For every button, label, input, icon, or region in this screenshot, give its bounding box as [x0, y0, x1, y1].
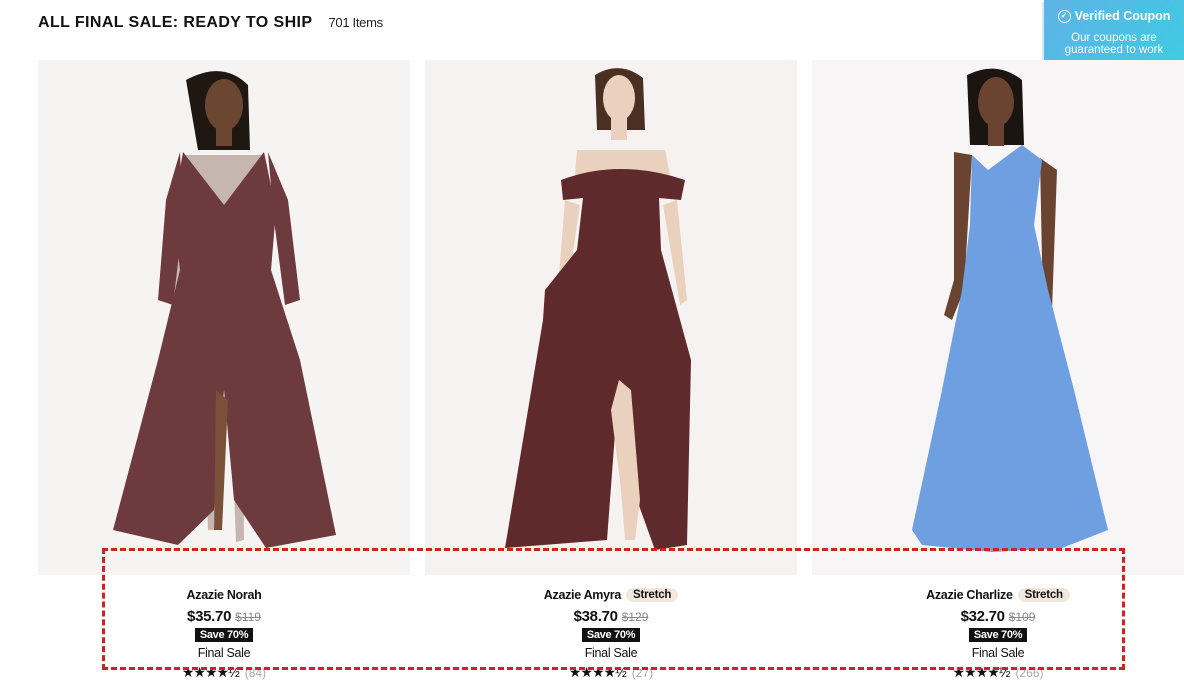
- product-info: Azazie Norah $35.70 $119 Save 70% Final …: [38, 586, 410, 681]
- product-info: Azazie Charlize Stretch $32.70 $109 Save…: [812, 586, 1184, 681]
- product-image[interactable]: [425, 60, 797, 575]
- discount-badge: Save 70%: [968, 628, 1028, 642]
- stretch-tag: Stretch: [1017, 588, 1070, 602]
- product-price: $32.70: [960, 608, 1005, 625]
- product-name[interactable]: Azazie Amyra: [544, 588, 622, 602]
- product-price: $35.70: [187, 608, 232, 625]
- product-rating[interactable]: ★★★★½ (84): [38, 664, 410, 681]
- discount-badge: Save 70%: [581, 628, 641, 642]
- original-price: $129: [621, 610, 649, 624]
- product-card[interactable]: Azazie Charlize Stretch $32.70 $109 Save…: [812, 60, 1184, 681]
- item-count: 701 Items: [328, 15, 383, 30]
- final-sale-label: Final Sale: [197, 646, 251, 660]
- product-price: $38.70: [573, 608, 618, 625]
- final-sale-label: Final Sale: [584, 646, 638, 660]
- coupon-header: ✓ Verified Coupon: [1044, 9, 1184, 23]
- discount-badge: Save 70%: [194, 628, 254, 642]
- original-price: $109: [1008, 610, 1036, 624]
- product-rating[interactable]: ★★★★½ (27): [425, 664, 797, 681]
- product-image[interactable]: [38, 60, 410, 575]
- product-card[interactable]: Azazie Amyra Stretch $38.70 $129 Save 70…: [425, 60, 797, 681]
- star-rating-icon: ★★★★½: [568, 664, 627, 680]
- product-info: Azazie Amyra Stretch $38.70 $129 Save 70…: [425, 586, 797, 681]
- product-rating[interactable]: ★★★★½ (266): [812, 664, 1184, 681]
- coupon-subtitle: Our coupons are guaranteed to work: [1064, 32, 1164, 56]
- page-title: ALL FINAL SALE: READY TO SHIP: [38, 14, 313, 31]
- review-count: (27): [631, 665, 654, 680]
- star-rating-icon: ★★★★½: [952, 664, 1011, 680]
- original-price: $119: [235, 610, 261, 624]
- review-count: (84): [244, 665, 267, 680]
- check-circle-icon: ✓: [1057, 9, 1071, 23]
- final-sale-label: Final Sale: [971, 646, 1025, 660]
- review-count: (266): [1015, 665, 1044, 680]
- product-name[interactable]: Azazie Charlize: [926, 588, 1013, 602]
- page-header: ALL FINAL SALE: READY TO SHIP 701 Items: [38, 14, 383, 32]
- stretch-tag: Stretch: [626, 588, 679, 602]
- star-rating-icon: ★★★★½: [181, 664, 240, 680]
- coupon-title: Verified Coupon: [1074, 9, 1171, 23]
- product-name[interactable]: Azazie Norah: [187, 588, 262, 602]
- product-card[interactable]: Azazie Norah $35.70 $119 Save 70% Final …: [38, 60, 410, 681]
- product-image[interactable]: [812, 60, 1184, 575]
